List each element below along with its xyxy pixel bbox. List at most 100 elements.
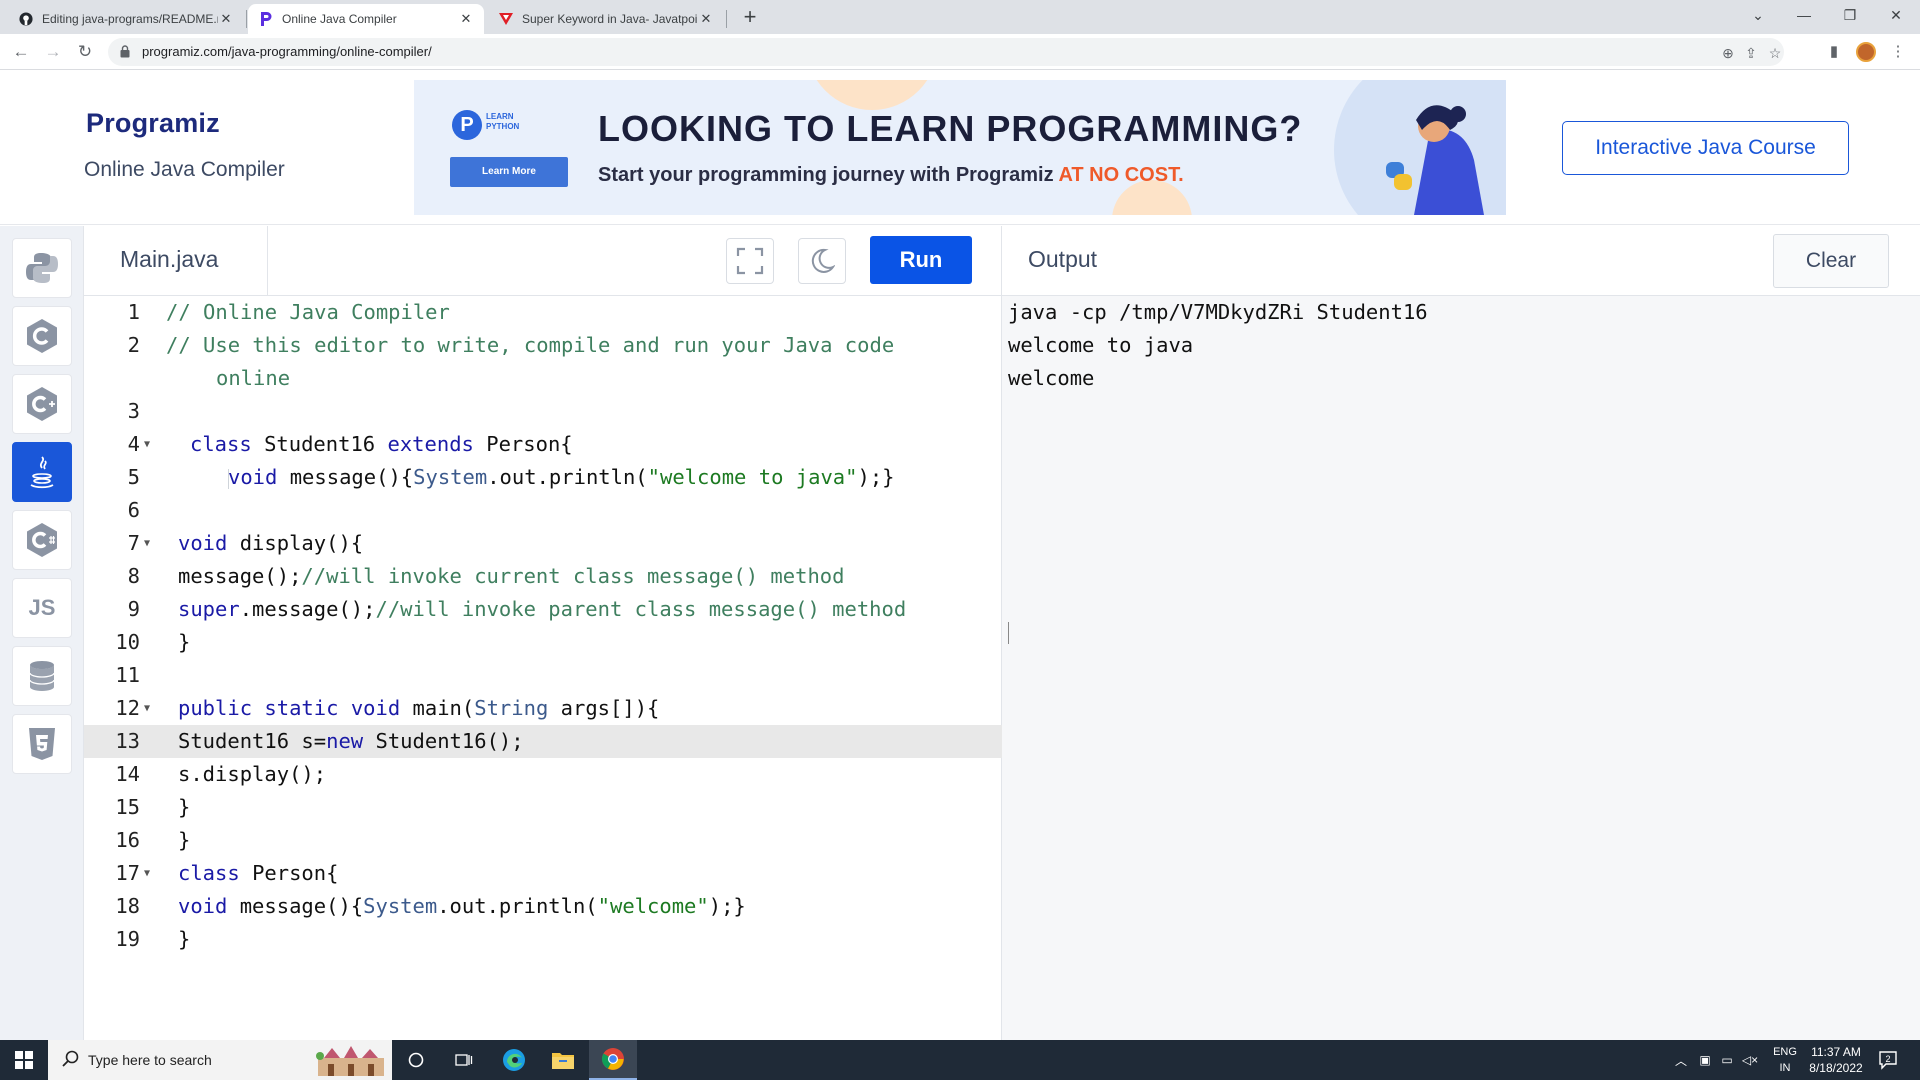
zoom-icon[interactable]: ⊕: [1719, 44, 1737, 62]
ad-banner[interactable]: P LEARN PYTHON Learn More LOOKING TO LEA…: [414, 80, 1506, 215]
fold-arrow-icon[interactable]: ▼: [144, 428, 150, 461]
code-line: 1 // Online Java Compiler: [84, 296, 1002, 329]
close-window-icon[interactable]: ✕: [1880, 0, 1912, 30]
line-number: 11: [115, 663, 140, 687]
code-token: main(: [412, 696, 475, 720]
line-number: 5: [127, 465, 140, 489]
csharp-icon: [27, 523, 57, 557]
close-tab-icon[interactable]: ✕: [218, 11, 234, 27]
output-line: java -cp /tmp/V7MDkydZRi Student16: [1008, 300, 1428, 324]
programiz-logo[interactable]: Programiz: [86, 108, 220, 139]
start-button[interactable]: [0, 1040, 48, 1080]
sidebar-item-python[interactable]: [12, 238, 72, 298]
javatpoint-icon: [498, 11, 514, 27]
address-bar[interactable]: programiz.com/java-programming/online-co…: [108, 38, 1784, 66]
action-center-button[interactable]: 2: [1878, 1050, 1898, 1070]
network-icon[interactable]: ▭: [1716, 1040, 1738, 1080]
class-token: System: [413, 465, 488, 489]
dark-mode-button[interactable]: [798, 238, 846, 284]
sidebar-item-cpp[interactable]: [12, 374, 72, 434]
close-tab-icon[interactable]: ✕: [458, 11, 474, 27]
sidebar-item-java[interactable]: [12, 442, 72, 502]
windows-taskbar: Type here to search ︿ ▣ ▭ ◁× ENG IN 11:37…: [0, 1040, 1920, 1080]
share-icon[interactable]: ⇪: [1742, 44, 1760, 62]
clear-button[interactable]: Clear: [1773, 234, 1889, 288]
restore-icon[interactable]: ❐: [1834, 0, 1866, 30]
keyword-token: void: [228, 465, 278, 489]
forward-icon[interactable]: →: [42, 41, 64, 63]
programiz-icon: [258, 11, 274, 27]
system-clock[interactable]: 11:37 AM 8/18/2022: [1806, 1044, 1866, 1076]
cortana-button[interactable]: [392, 1040, 440, 1080]
keyword-token: class: [178, 861, 240, 885]
moon-icon: [811, 248, 835, 273]
code-line: 18 void message(){System.out.println("wel…: [84, 890, 1002, 923]
taskbar-edge[interactable]: [490, 1040, 538, 1080]
fold-arrow-icon[interactable]: ▼: [144, 527, 150, 560]
code-token: message(){: [239, 894, 364, 918]
close-tab-icon[interactable]: ✕: [698, 11, 714, 27]
tab-github-readme[interactable]: Editing java-programs/README.md ✕: [8, 4, 244, 34]
tab-title: Editing java-programs/README.md: [42, 12, 218, 26]
sidebar-item-csharp[interactable]: [12, 510, 72, 570]
taskbar-chrome[interactable]: [589, 1040, 637, 1080]
cortana-icon: [408, 1052, 424, 1068]
input-language: ENG: [1773, 1046, 1797, 1058]
code-area[interactable]: 1 // Online Java Compiler 2 // Use this ed…: [84, 296, 1002, 956]
keyword-token: static: [264, 696, 339, 720]
code-line: 19}: [84, 923, 1002, 956]
side-panel-icon[interactable]: ▮: [1824, 42, 1844, 62]
fold-arrow-icon[interactable]: ▼: [144, 857, 150, 890]
interactive-java-course-button[interactable]: Interactive Java Course: [1562, 121, 1849, 175]
line-text: }: [178, 795, 191, 819]
output-line: welcome to java: [1008, 333, 1194, 357]
line-text: // Use this editor to write, compile and…: [166, 329, 894, 362]
reload-icon[interactable]: ↻: [74, 41, 96, 63]
site-header: Programiz Online Java Compiler P LEARN P…: [0, 70, 1920, 225]
minimize-icon[interactable]: —: [1788, 0, 1820, 30]
line-text: class Person{: [178, 857, 338, 890]
file-tab-main-java[interactable]: Main.java: [84, 226, 268, 296]
line-number: 19: [115, 927, 140, 951]
browser-toolbar: ← → ↻ programiz.com/java-programming/onl…: [0, 34, 1920, 70]
task-view-button[interactable]: [440, 1040, 488, 1080]
bookmark-star-icon[interactable]: ☆: [1766, 44, 1784, 62]
line-number: 18: [115, 894, 140, 918]
input-language-indicator[interactable]: ENG IN: [1770, 1044, 1800, 1076]
tab-online-java-compiler[interactable]: Online Java Compiler ✕: [248, 4, 484, 34]
line-number: 1: [127, 300, 140, 324]
line-number: 9: [127, 597, 140, 621]
string-token: "welcome to java": [647, 465, 858, 489]
meet-now-icon[interactable]: ▣: [1694, 1040, 1716, 1080]
line-text: online: [216, 362, 290, 395]
fullscreen-button[interactable]: [726, 238, 774, 284]
line-text: class Student16 extends Person{: [190, 428, 573, 461]
line-text: public static void main(String args[]){: [178, 692, 659, 725]
run-button[interactable]: Run: [870, 236, 972, 284]
tab-super-keyword-javatpoint[interactable]: Super Keyword in Java- Javatpoint ✕: [488, 4, 724, 34]
profile-avatar[interactable]: [1856, 42, 1876, 62]
sidebar-item-c[interactable]: [12, 306, 72, 366]
menu-kebab-icon[interactable]: ⋮: [1888, 42, 1908, 62]
line-number: 7: [127, 531, 140, 555]
fold-arrow-icon[interactable]: ▼: [144, 692, 150, 725]
sidebar-item-sql[interactable]: [12, 646, 72, 706]
taskbar-file-explorer[interactable]: [539, 1040, 587, 1080]
volume-muted-icon[interactable]: ◁×: [1738, 1040, 1762, 1080]
sidebar-item-javascript[interactable]: JS: [12, 578, 72, 638]
output-console[interactable]: java -cp /tmp/V7MDkydZRi Student16 welcom…: [1008, 296, 1428, 395]
page-subtitle: Online Java Compiler: [84, 158, 285, 181]
line-number: 3: [127, 399, 140, 423]
keyword-token: class: [190, 432, 252, 456]
tray-chevron-up-icon[interactable]: ︿: [1670, 1040, 1692, 1080]
taskbar-search-box[interactable]: Type here to search: [48, 1040, 392, 1080]
search-icon: [62, 1050, 79, 1067]
text-cursor: [1008, 622, 1009, 644]
back-icon[interactable]: ←: [10, 41, 32, 63]
banner-subline-accent: AT NO COST.: [1058, 164, 1184, 186]
new-tab-icon[interactable]: +: [738, 6, 762, 30]
tab-search-chevron-icon[interactable]: ⌄: [1742, 0, 1774, 30]
sidebar-item-html[interactable]: [12, 714, 72, 774]
code-line-wrapped: online: [84, 362, 1002, 395]
banner-learn-more-button[interactable]: Learn More: [450, 157, 568, 187]
